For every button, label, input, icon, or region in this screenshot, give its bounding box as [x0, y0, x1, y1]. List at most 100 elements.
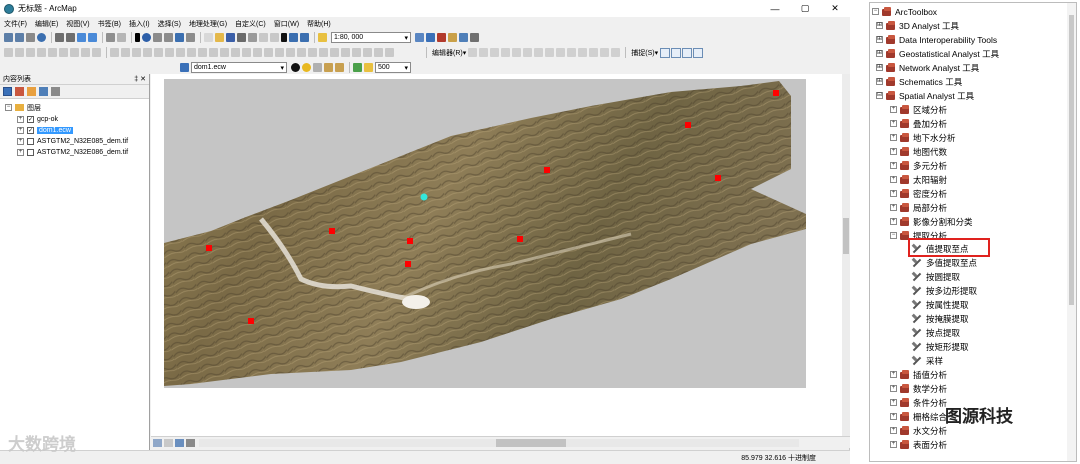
snap-vertex-icon[interactable] [682, 47, 693, 58]
identify-icon[interactable] [142, 33, 151, 42]
menu-view[interactable]: 视图(V) [62, 19, 93, 29]
select-features-icon[interactable] [106, 33, 115, 42]
georef-icon[interactable] [143, 48, 152, 57]
collapse-icon[interactable]: − [872, 8, 879, 15]
tool-item[interactable]: 按属性提取 [912, 298, 969, 311]
expand-icon[interactable]: + [890, 106, 897, 113]
vertical-scrollbar[interactable] [842, 74, 850, 436]
georef-icon[interactable] [264, 48, 273, 57]
pan-icon[interactable] [26, 33, 35, 42]
collapse-icon[interactable]: ⊟ [876, 92, 883, 99]
expand-icon[interactable]: + [17, 116, 24, 123]
georef-icon[interactable] [92, 48, 101, 57]
layer-row-gcp[interactable]: + ✓ gcp-ok [17, 114, 58, 125]
georef-icon[interactable] [110, 48, 119, 57]
selected-point[interactable] [420, 193, 428, 201]
scroll-thumb[interactable] [496, 439, 566, 447]
expand-icon[interactable]: + [890, 385, 897, 392]
fixed-zoom-out-icon[interactable] [66, 33, 75, 42]
toolbox-root[interactable]: − ArcToolbox [872, 5, 937, 18]
horizontal-scrollbar[interactable] [199, 439, 799, 447]
georef-icon[interactable] [374, 48, 383, 57]
expand-icon[interactable]: + [890, 399, 897, 406]
pointer-icon[interactable] [135, 33, 140, 42]
toolset-item[interactable]: + 数学分析 [890, 382, 947, 395]
flicker-rate-icon[interactable] [364, 63, 373, 72]
edit-tool-icon[interactable] [523, 48, 533, 57]
expand-icon[interactable]: + [890, 120, 897, 127]
tool-item[interactable]: 按矩形提取 [912, 340, 969, 353]
toolset-item[interactable]: + 水文分析 [890, 424, 947, 437]
menu-selection[interactable]: 选择(S) [154, 19, 185, 29]
layer-combo[interactable]: dom1.ecw ▾ [191, 62, 287, 73]
brightness-icon[interactable] [302, 63, 311, 72]
georef-icon[interactable] [26, 48, 35, 57]
toolset-item[interactable]: + 影像分割和分类 [890, 215, 973, 228]
gcp-marker[interactable] [544, 167, 550, 173]
cut-icon[interactable] [248, 33, 257, 42]
contrast-icon[interactable] [291, 63, 300, 72]
data-view-icon[interactable] [153, 438, 162, 447]
edit-tool-icon[interactable] [512, 48, 522, 57]
toolset-item[interactable]: + 地图代数 [890, 145, 947, 158]
go-to-xy-icon[interactable] [186, 33, 195, 42]
layer-row-dem85[interactable]: + ASTGTM2_N32E085_dem.tif [17, 136, 128, 147]
layer-checkbox[interactable]: ✓ [27, 116, 34, 123]
toolset-item[interactable]: + 叠加分析 [890, 117, 947, 130]
snap-end-icon[interactable] [671, 47, 682, 58]
toolset-item[interactable]: + 插值分析 [890, 368, 947, 381]
pause-icon[interactable] [186, 438, 195, 447]
tool-item[interactable]: 采样 [912, 354, 943, 367]
georef-icon[interactable] [341, 48, 350, 57]
georef-icon[interactable] [253, 48, 262, 57]
expand-icon[interactable]: ⊞ [876, 50, 883, 57]
toc-pin-close[interactable]: ‡ ✕ [134, 75, 146, 83]
snap-point-icon[interactable] [660, 47, 671, 58]
collapse-icon[interactable]: − [890, 232, 897, 239]
expand-icon[interactable]: + [890, 427, 897, 434]
georef-icon[interactable] [209, 48, 218, 57]
georef-icon[interactable] [176, 48, 185, 57]
refresh-icon[interactable] [175, 438, 184, 447]
edit-tool-icon[interactable] [534, 48, 544, 57]
edit-tool-icon[interactable] [501, 48, 511, 57]
edit-tool-icon[interactable] [600, 48, 610, 57]
tool-item[interactable]: 按点提取 [912, 326, 960, 339]
clear-selection-icon[interactable] [117, 33, 126, 42]
georef-icon[interactable] [242, 48, 251, 57]
expand-icon[interactable]: + [890, 371, 897, 378]
georef-icon[interactable] [187, 48, 196, 57]
expand-icon[interactable]: + [17, 149, 24, 156]
scale-combo[interactable]: 1:80, 000 ▾ [331, 32, 411, 43]
georef-icon[interactable] [198, 48, 207, 57]
menu-edit[interactable]: 编辑(E) [31, 19, 62, 29]
resolution-icon[interactable] [353, 63, 362, 72]
georef-icon[interactable] [363, 48, 372, 57]
toolbox-item[interactable]: ⊞ Data Interoperability Tools [876, 33, 997, 46]
scroll-thumb[interactable] [843, 218, 849, 254]
expand-icon[interactable]: ⊞ [876, 78, 883, 85]
georef-icon[interactable] [385, 48, 394, 57]
toolbox-item[interactable]: ⊞ Network Analyst 工具 [876, 61, 979, 74]
snapping-menu[interactable]: 捕捉(S)▾ [631, 48, 658, 58]
minimize-button[interactable]: — [760, 0, 790, 17]
edit-tool-icon[interactable] [611, 48, 621, 57]
georef-icon[interactable] [220, 48, 229, 57]
layer-checkbox[interactable]: ✓ [27, 127, 34, 134]
zoom-in-icon[interactable] [4, 33, 13, 42]
expand-icon[interactable]: ⊞ [876, 36, 883, 43]
transparency-icon[interactable] [313, 63, 322, 72]
edit-tool-icon[interactable] [490, 48, 500, 57]
tool-item[interactable]: 按圆提取 [912, 270, 960, 283]
open-icon[interactable] [215, 33, 224, 42]
expand-icon[interactable]: + [890, 162, 897, 169]
georef-icon[interactable] [275, 48, 284, 57]
forward-icon[interactable] [88, 33, 97, 42]
toolset-item[interactable]: + 密度分析 [890, 187, 947, 200]
back-icon[interactable] [77, 33, 86, 42]
search-window-icon[interactable] [459, 33, 468, 42]
hyperlink-icon[interactable] [175, 33, 184, 42]
expand-icon[interactable]: + [890, 218, 897, 225]
undo-icon[interactable] [289, 33, 298, 42]
gcp-marker[interactable] [773, 90, 779, 96]
